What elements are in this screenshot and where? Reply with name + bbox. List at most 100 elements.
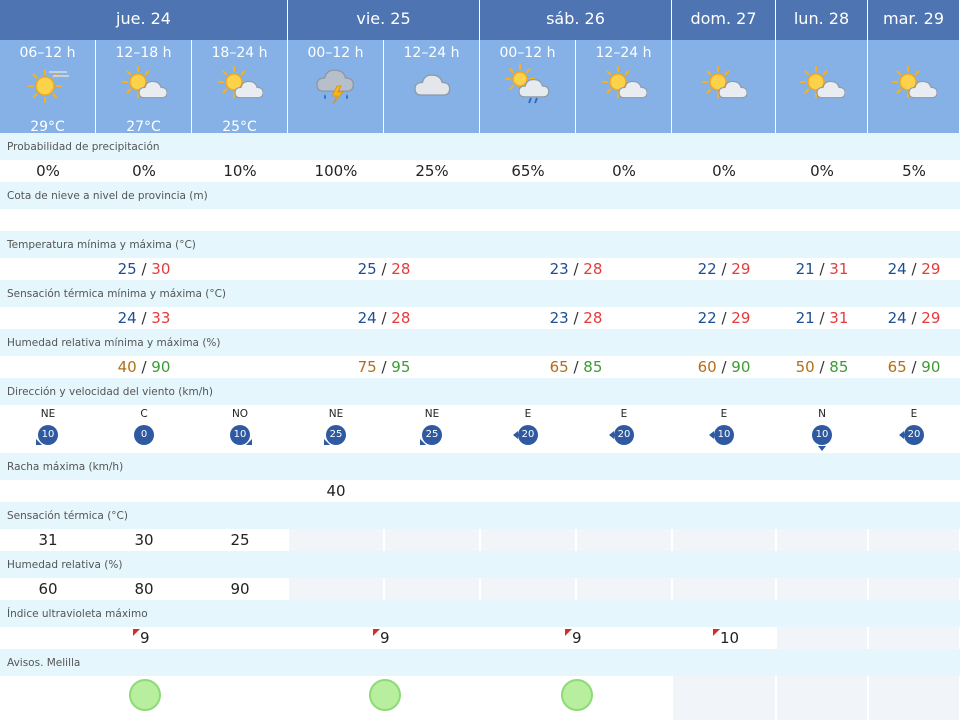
precipitation-cell: 65%	[481, 160, 575, 182]
empty-cell	[869, 578, 959, 600]
uv-flag-icon	[133, 629, 140, 636]
range-separator: /	[716, 260, 732, 278]
day-header: jue. 24	[0, 0, 288, 40]
max-value: 95	[391, 358, 411, 376]
empty-cell	[385, 578, 479, 600]
warning-level-green-icon[interactable]	[129, 679, 161, 711]
weather-forecast-table: jue. 24 vie. 25 sáb. 26 dom. 27 lun. 28 mar. …	[0, 0, 960, 720]
period-header: 12–24 h	[384, 40, 480, 133]
range-cell: 24 / 29	[869, 258, 959, 280]
sun-cloud-icon	[217, 64, 264, 104]
gust-cell	[1, 480, 95, 502]
uv-value: 9	[380, 629, 390, 647]
day-header: mar. 29	[868, 0, 960, 40]
range-separator: /	[568, 309, 584, 327]
period-label: 00–12 h	[307, 45, 364, 61]
row-label: Humedad relativa (%)	[0, 551, 960, 578]
range-separator: /	[906, 358, 922, 376]
gust-cell	[869, 480, 959, 502]
period-header: 12–24 h	[576, 40, 672, 133]
range-cell: 25 / 28	[289, 258, 479, 280]
humidity-cell: 90	[193, 578, 287, 600]
empty-cell	[289, 578, 383, 600]
snow-level-cell	[673, 209, 775, 231]
gust-cell	[481, 480, 575, 502]
range-separator: /	[136, 358, 152, 376]
empty-cell	[577, 529, 671, 551]
wind-speed-badge: 20	[614, 425, 634, 445]
min-value: 23	[549, 260, 569, 278]
range-separator: /	[568, 358, 584, 376]
day-header: vie. 25	[288, 0, 480, 40]
gust-cell	[777, 480, 867, 502]
wind-arrow-icon	[609, 431, 614, 439]
min-value: 24	[887, 309, 907, 327]
period-header: 06–12 h 29°C	[0, 40, 96, 135]
wind-cell: NE 25	[289, 405, 383, 453]
min-value: 60	[697, 358, 717, 376]
period-header	[868, 40, 960, 133]
storm-rain-icon	[313, 64, 359, 105]
precipitation-cell: 0%	[777, 160, 867, 182]
wind-cell: E 20	[481, 405, 575, 453]
wind-direction: C	[140, 408, 148, 420]
uv-cell	[777, 627, 867, 649]
max-value: 28	[583, 309, 603, 327]
snow-level-cell	[577, 209, 671, 231]
min-value: 40	[117, 358, 137, 376]
precipitation-cell: 25%	[385, 160, 479, 182]
range-cell: 21 / 31	[777, 258, 867, 280]
empty-cell	[869, 529, 959, 551]
max-value: 30	[151, 260, 171, 278]
range-cell: 40 / 90	[1, 356, 287, 378]
min-value: 23	[549, 309, 569, 327]
min-value: 25	[357, 260, 377, 278]
range-cell: 50 / 85	[777, 356, 867, 378]
wind-speed-badge: 10	[714, 425, 734, 445]
wind-speed-badge: 0	[134, 425, 154, 445]
period-header: 18–24 h 25°C	[192, 40, 288, 135]
max-value: 28	[391, 260, 411, 278]
wind-direction: E	[910, 408, 918, 420]
warning-level-green-icon[interactable]	[561, 679, 593, 711]
wind-direction: NE	[328, 408, 344, 420]
sun-cloud-icon	[891, 64, 938, 104]
range-cell: 75 / 95	[289, 356, 479, 378]
snow-level-cell	[869, 209, 959, 231]
wind-direction: E	[620, 408, 628, 420]
uv-flag-icon	[373, 629, 380, 636]
snow-level-cell	[193, 209, 287, 231]
max-value: 29	[731, 260, 751, 278]
precipitation-cell: 0%	[577, 160, 671, 182]
min-value: 65	[549, 358, 569, 376]
empty-cell	[577, 578, 671, 600]
max-value: 29	[921, 309, 941, 327]
range-cell: 23 / 28	[481, 307, 671, 329]
warning-cell	[1, 676, 287, 720]
row-label: Probabilidad de precipitación	[0, 133, 960, 160]
row-label: Racha máxima (km/h)	[0, 453, 960, 480]
precipitation-cell: 100%	[289, 160, 383, 182]
period-header: 00–12 h	[480, 40, 576, 133]
gust-cell	[385, 480, 479, 502]
period-label: 00–12 h	[499, 45, 556, 61]
min-value: 22	[697, 260, 717, 278]
range-cell: 24 / 33	[1, 307, 287, 329]
gust-cell	[673, 480, 775, 502]
uv-cell: 9	[1, 627, 287, 649]
warning-level-green-icon[interactable]	[369, 679, 401, 711]
day-header: lun. 28	[776, 0, 868, 40]
sun-haze-icon	[25, 64, 71, 104]
warning-cell	[289, 676, 479, 720]
wind-cell: E 10	[673, 405, 775, 453]
precipitation-cell: 0%	[1, 160, 95, 182]
empty-cell	[289, 529, 383, 551]
precipitation-cell: 10%	[193, 160, 287, 182]
range-separator: /	[136, 309, 152, 327]
max-value: 90	[151, 358, 171, 376]
wind-cell: NE 10	[1, 405, 95, 453]
wind-speed-badge: 20	[518, 425, 538, 445]
snow-level-cell	[385, 209, 479, 231]
sun-cloud-icon	[601, 64, 648, 104]
max-value: 29	[921, 260, 941, 278]
